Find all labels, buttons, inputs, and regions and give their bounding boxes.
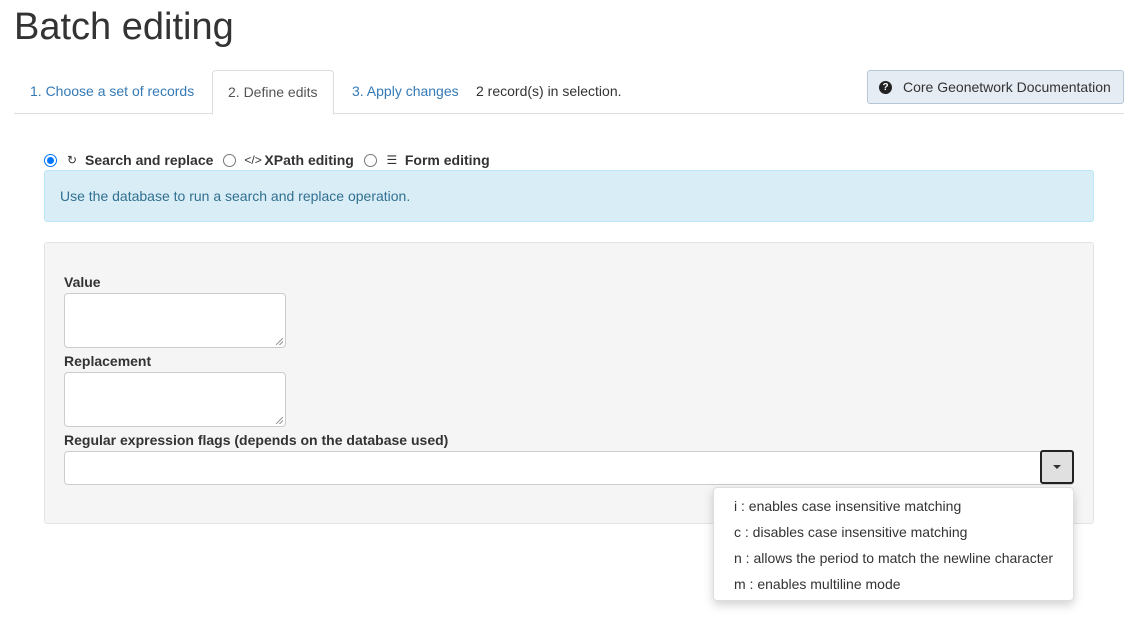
regex-flags-dropdown: i : enables case insensitive matching c … (713, 487, 1074, 601)
flag-option-c[interactable]: c : disables case insensitive matching (714, 519, 1073, 545)
flag-option-i[interactable]: i : enables case insensitive matching (714, 493, 1073, 519)
replacement-textarea[interactable] (64, 372, 286, 427)
list-alt-icon: ☰ (386, 153, 398, 167)
mode-form[interactable]: ☰ Form editing (363, 152, 490, 168)
mode-search-replace[interactable]: ↻ Search and replace (44, 152, 213, 168)
replacement-label: Replacement (64, 353, 152, 369)
flags-dropdown-button[interactable] (1040, 450, 1074, 484)
search-replace-panel: Value Replacement Regular expression fla… (44, 242, 1094, 524)
documentation-button[interactable]: ? Core Geonetwork Documentation (867, 70, 1124, 104)
value-label: Value (64, 274, 101, 290)
question-circle-icon: ? (879, 80, 892, 94)
tab-choose-records[interactable]: 1. Choose a set of records (14, 70, 210, 114)
page-title: Batch editing (14, 6, 234, 48)
mode-xpath-label: XPath editing (264, 152, 354, 168)
regex-flags-input[interactable] (64, 451, 1074, 485)
caret-down-icon (1053, 465, 1061, 469)
xpath-radio[interactable] (223, 153, 237, 167)
documentation-button-label: Core Geonetwork Documentation (903, 79, 1111, 95)
tab-apply-changes[interactable]: 3. Apply changes (336, 70, 475, 114)
form-radio[interactable] (363, 153, 377, 167)
mode-form-label: Form editing (404, 152, 490, 168)
mode-search-replace-label: Search and replace (85, 152, 214, 168)
regex-flags-label: Regular expression flags (depends on the… (64, 432, 449, 448)
refresh-icon: ↻ (66, 153, 78, 167)
code-icon: </> (244, 153, 262, 167)
info-alert: Use the database to run a search and rep… (44, 170, 1094, 222)
flag-option-m[interactable]: m : enables multiline mode (714, 571, 1073, 597)
tab-define-edits[interactable]: 2. Define edits (212, 70, 334, 115)
flag-option-n[interactable]: n : allows the period to match the newli… (714, 545, 1073, 571)
wizard-tabs: 1. Choose a set of records 2. Define edi… (14, 70, 1124, 115)
selection-count: 2 record(s) in selection. (476, 83, 622, 99)
edit-mode-selector: ↻ Search and replace </> XPath editing ☰… (44, 150, 500, 170)
search-replace-radio[interactable] (44, 153, 57, 167)
value-textarea[interactable] (64, 293, 286, 348)
mode-xpath[interactable]: </> XPath editing (223, 152, 354, 168)
